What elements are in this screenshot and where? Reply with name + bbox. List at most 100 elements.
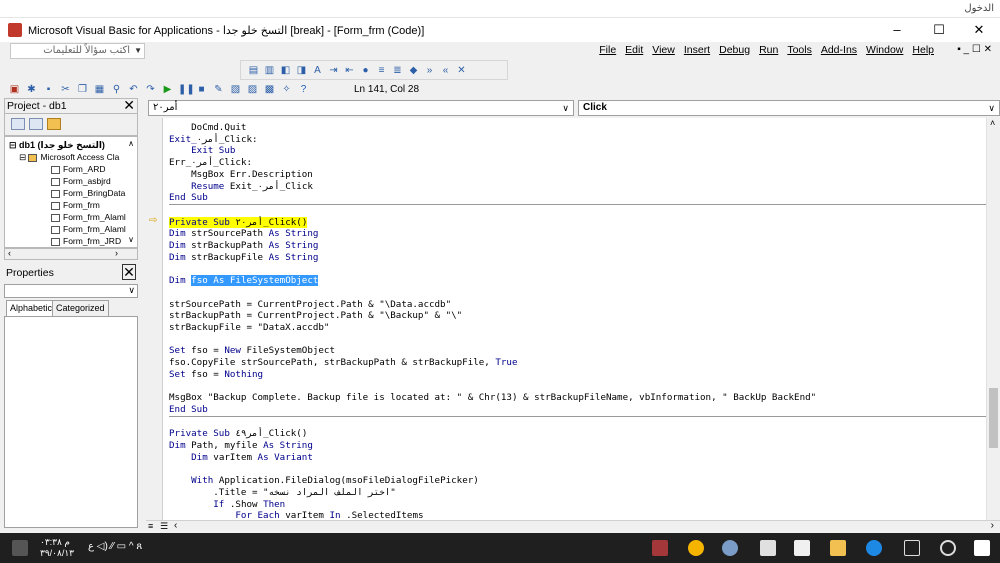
menu-insert[interactable]: Insert [684,44,710,56]
close-icon[interactable]: ✕ [123,97,135,114]
properties-grid[interactable] [4,316,138,528]
previous-bookmark-icon[interactable]: « [439,64,452,77]
menu-add-ins[interactable]: Add-Ins [821,44,857,56]
action-center-icon[interactable] [12,540,28,556]
task-view-icon[interactable] [904,540,920,556]
project-explorer-icon[interactable]: ▧ [229,83,242,96]
tab-alphabetic[interactable]: Alphabetic [6,300,57,316]
copy-icon[interactable]: ❐ [76,83,89,96]
file-explorer-icon[interactable] [830,540,846,556]
code-text[interactable]: DoCmd.Quit Exit_أمر٠_Click: Exit Sub Err… [169,122,986,520]
code-margin[interactable]: ⇨ [146,118,163,520]
menu-view[interactable]: View [652,44,675,56]
code-hscroll[interactable]: ≡ ☰ ‹ › [146,520,1000,533]
project-hscroll[interactable]: ‹ › [4,248,138,260]
view-access-icon[interactable]: ▣ [8,83,21,96]
scroll-thumb[interactable] [989,388,998,448]
properties-object-select[interactable]: ∨ [4,284,138,298]
tree-item[interactable]: Form_asbjrd [51,176,111,186]
help-search-box[interactable]: اكتب سؤالاً للتعليمات ▼ [10,43,145,59]
chevron-down-icon[interactable]: ∨ [562,101,569,115]
code-editor[interactable]: DoCmd.Quit Exit_أمر٠_Click: Exit Sub Err… [163,118,986,520]
tree-item[interactable]: Form_BringData [51,188,125,198]
find-icon[interactable]: ⚲ [110,83,123,96]
close-button[interactable]: ✕ [960,20,998,40]
close-icon[interactable]: ✕ [122,264,136,280]
mail-app-icon[interactable] [760,540,776,556]
toggle-breakpoint-icon[interactable]: ● [359,64,372,77]
login-label[interactable]: الدخول [964,3,994,14]
mdi-controls[interactable]: ▪ _ ☐ ✕ [957,44,992,55]
full-module-view-icon[interactable]: ☰ [160,521,168,532]
chevron-up-icon[interactable]: ∧ [128,139,134,148]
maximize-button[interactable]: ☐ [920,20,958,40]
edge-app-icon[interactable] [866,540,882,556]
reset-icon[interactable]: ■ [195,83,208,96]
start-icon[interactable] [974,540,990,556]
tab-categorized[interactable]: Categorized [52,300,109,316]
outdent-icon[interactable]: ⇤ [343,64,356,77]
help-icon[interactable]: ? [297,83,310,96]
chevron-right-icon[interactable]: › [991,520,994,531]
quick-info-icon[interactable]: ◧ [279,64,292,77]
properties-window-icon[interactable]: ▨ [246,83,259,96]
redo-icon[interactable]: ↷ [144,83,157,96]
parameter-info-icon[interactable]: ◨ [295,64,308,77]
indent-icon[interactable]: ⇥ [327,64,340,77]
chevron-down-icon[interactable]: ∨ [128,235,134,244]
menu-file[interactable]: File [599,44,616,56]
chevron-down-icon[interactable]: ∨ [128,285,135,296]
project-tree[interactable]: ⊟ db1 (التسخ خلو جدا) ⊟ Microsoft Access… [4,136,138,248]
insert-module-icon[interactable]: ✱ [25,83,38,96]
chevron-left-icon[interactable]: ‹ [174,520,177,531]
save-icon[interactable]: ▪ [42,83,55,96]
toolbox-icon[interactable]: ✧ [280,83,293,96]
system-tray-icons[interactable]: ع ◁) ⁄⁄ ▭ ^ ጸ [88,541,148,552]
break-icon[interactable]: ❚❚ [178,83,195,96]
procedure-select[interactable]: Click ∨ [578,100,1000,116]
uncomment-block-icon[interactable]: ≣ [391,64,404,77]
chevron-down-icon[interactable]: ▼ [134,44,142,58]
run-icon[interactable]: ▶ [161,83,174,96]
tree-item[interactable]: Form_frm_Alaml [51,212,126,222]
store-app-icon[interactable] [794,540,810,556]
menu-window[interactable]: Window [866,44,903,56]
menu-edit[interactable]: Edit [625,44,643,56]
tree-group[interactable]: ⊟ Microsoft Access Cla [19,152,119,163]
chevron-left-icon[interactable]: ‹ [8,248,11,258]
list-constants-icon[interactable]: ▥ [263,64,276,77]
tree-root[interactable]: ⊟ db1 (التسخ خلو جدا) [9,140,105,151]
tree-item[interactable]: Form_frm_JRD [51,236,121,246]
toggle-bookmark-icon[interactable]: ◆ [407,64,420,77]
access-app-icon[interactable] [652,540,668,556]
menu-help[interactable]: Help [912,44,934,56]
clear-bookmarks-icon[interactable]: ✕ [455,64,468,77]
cut-icon[interactable]: ✂ [59,83,72,96]
procedure-view-icon[interactable]: ≡ [148,521,153,531]
media-app-icon[interactable] [722,540,738,556]
taskbar-clock[interactable]: م ٠٣:٣٨ ٣٩/٠٨/١٣ [40,537,74,559]
next-bookmark-icon[interactable]: » [423,64,436,77]
design-mode-icon[interactable]: ✎ [212,83,225,96]
chevron-right-icon[interactable]: › [115,248,118,258]
undo-icon[interactable]: ↶ [127,83,140,96]
chrome-app-icon[interactable] [688,540,704,556]
toggle-folders-icon[interactable] [47,118,61,130]
tree-item[interactable]: Form_frm_Alaml [51,224,126,234]
tree-item[interactable]: Form_ARD [51,164,106,174]
search-icon[interactable] [940,540,956,556]
comment-block-icon[interactable]: ≡ [375,64,388,77]
chevron-up-icon[interactable]: ˄ [990,118,995,128]
object-browser-icon[interactable]: ▩ [263,83,276,96]
tree-item[interactable]: Form_frm [51,200,100,210]
view-object-icon[interactable] [29,118,43,130]
code-vscroll[interactable]: ˄ [986,118,1000,520]
menu-debug[interactable]: Debug [719,44,750,56]
complete-word-icon[interactable]: A [311,64,324,77]
object-select[interactable]: أمر٢٠ ∨ [148,100,574,116]
menu-run[interactable]: Run [759,44,778,56]
minimize-button[interactable]: – [878,20,916,40]
menu-tools[interactable]: Tools [787,44,812,56]
view-code-icon[interactable] [11,118,25,130]
chevron-down-icon[interactable]: ∨ [988,101,995,115]
